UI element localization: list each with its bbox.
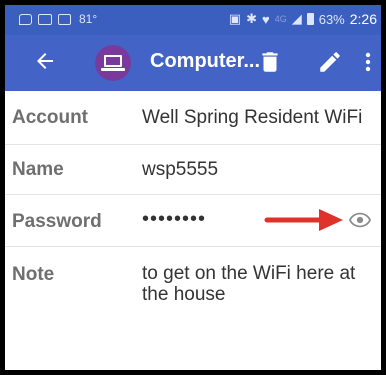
account-row[interactable]: Account Well Spring Resident WiFi: [5, 91, 381, 145]
nfc-icon: ▣: [228, 11, 242, 26]
detail-list: Account Well Spring Resident WiFi Name w…: [5, 91, 381, 337]
password-value: ••••••••: [142, 208, 207, 230]
status-bar: 81° ▣ ✱ ♥ 4G ◢ 63% 2:26: [5, 5, 381, 35]
account-label: Account: [12, 107, 88, 128]
note-label: Note: [12, 264, 55, 285]
app-bar: Computer...: [5, 35, 381, 91]
battery-icon: [306, 13, 314, 25]
note-row[interactable]: Note to get on the WiFi here at the hous…: [5, 247, 381, 337]
avatar: [95, 45, 131, 81]
status-bar-right: ▣ ✱ ♥ 4G ◢ 63% 2:26: [229, 11, 377, 27]
signal-icon: ◢: [291, 11, 302, 26]
password-label: Password: [12, 211, 102, 232]
password-row[interactable]: Password ••••••••: [5, 195, 381, 247]
message-icon: [19, 13, 32, 25]
name-label: Name: [12, 159, 64, 180]
name-value: wsp5555: [142, 159, 219, 180]
name-row[interactable]: Name wsp5555: [5, 145, 381, 195]
account-value: Well Spring Resident WiFi: [142, 107, 363, 128]
bluetooth-icon: ✱: [246, 11, 257, 26]
back-arrow-icon[interactable]: [33, 49, 57, 73]
eye-icon[interactable]: [349, 212, 371, 228]
trash-icon[interactable]: [257, 49, 283, 75]
status-bar-left: 81°: [19, 12, 97, 26]
page-title: Computer...: [150, 50, 261, 72]
wifi-icon: ♥: [261, 11, 270, 27]
photo-icon: [58, 13, 71, 25]
image-icon: [38, 13, 52, 25]
network-type: 4G: [274, 14, 287, 24]
note-value: to get on the WiFi here at the house: [142, 263, 356, 305]
more-vert-icon[interactable]: [361, 49, 375, 75]
red-arrow-annotation: [264, 209, 343, 231]
pencil-icon[interactable]: [317, 49, 343, 75]
clock: 2:26: [349, 11, 377, 27]
phone-screen: 81° ▣ ✱ ♥ 4G ◢ 63% 2:26 Computer... Acco…: [0, 0, 386, 375]
laptop-icon: [101, 55, 125, 71]
temperature: 81°: [79, 12, 98, 26]
battery-percent: 63%: [318, 11, 345, 27]
